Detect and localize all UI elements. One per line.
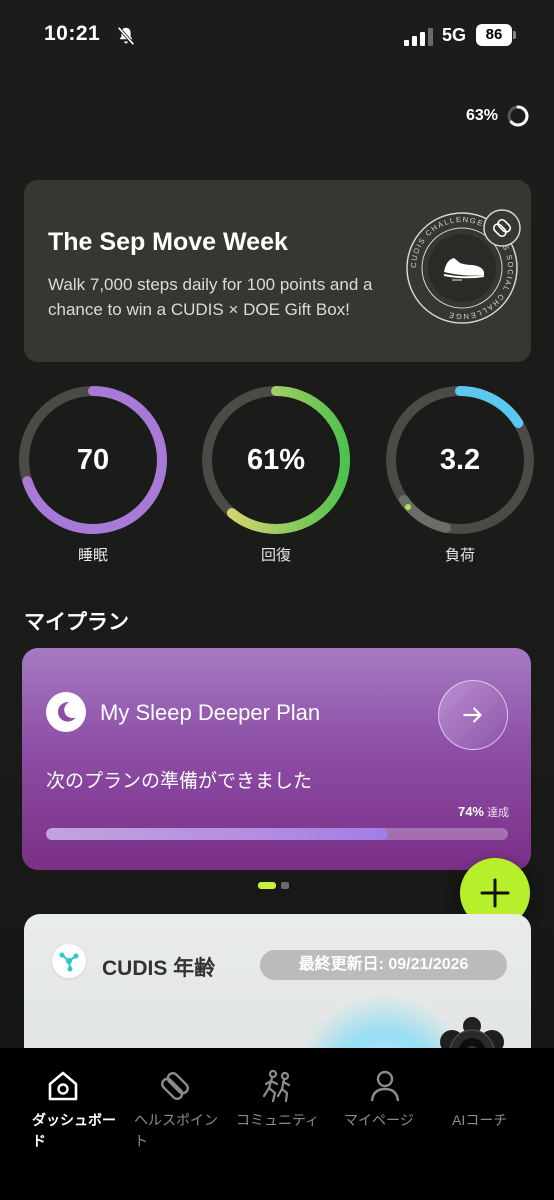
tab-health-points-label: ヘルスポイント [134,1112,218,1149]
person-icon [370,1070,400,1102]
tab-community[interactable]: コミュニティ [222,1066,332,1131]
health-points-icon [161,1072,189,1100]
plan-progress-bar [46,828,508,840]
tab-ai-coach[interactable]: AIコーチ [438,1066,548,1131]
tab-health-points[interactable]: ヘルスポイント [120,1066,230,1152]
challenge-title: The Sep Move Week [48,228,288,256]
moon-icon [46,692,86,732]
last-updated-badge: 最終更新日: 09/21/2026 [260,950,507,980]
open-plan-button[interactable] [438,680,508,750]
sleep-score-value: 70 [76,443,110,476]
cudis-age-title: CUDIS 年齢 [102,957,216,980]
battery-icon: 86 [476,24,518,46]
battery-level: 86 [476,24,512,46]
bell-off-icon [117,26,135,46]
sync-progress-label: 63% [465,107,498,124]
status-time: 10:21 [44,22,101,45]
sleep-score-ring[interactable]: 70 [17,384,169,536]
plan-title: My Sleep Deeper Plan [100,700,321,725]
load-ring[interactable]: 3.2 [384,384,536,536]
tab-dashboard[interactable]: ダッシュボード [8,1066,118,1152]
plan-status: 次のプランの準備ができました [46,771,313,792]
network-type: 5G [442,25,467,45]
challenge-badge: CUDIS CHALLENGE CUDIS SOCIAL CHALLENGE [406,209,521,324]
plan-percent: 74% 達成 [457,804,509,819]
molecule-icon [52,944,86,978]
recovery-ring[interactable]: 61% [200,384,352,536]
signal-icon [404,28,433,46]
tab-my-page[interactable]: マイページ [330,1066,440,1131]
tab-ai-coach-label: AIコーチ [452,1112,508,1128]
tab-my-page-label: マイページ [344,1112,414,1128]
carousel-dots[interactable] [258,882,289,889]
carousel-dot-active[interactable] [258,882,276,889]
status-bar: 10:21 5G 86 [0,0,554,72]
challenge-card[interactable]: The Sep Move Week Walk 7,000 steps daily… [24,180,531,362]
sleep-label: 睡眠 [77,547,108,564]
plan-progress-fill [46,828,388,840]
tab-bar: ダッシュボード ヘルスポイント コミュニティ マイページ AIコーチ [0,1048,554,1200]
sleep-plan-card[interactable]: My Sleep Deeper Plan 次のプランの準備ができました 74% 達… [22,648,531,870]
recovery-label: 回復 [260,547,291,564]
arrow-right-icon [463,707,482,723]
home-icon [48,1071,78,1101]
sync-progress[interactable]: 63% [466,104,530,128]
my-plan-heading: マイプラン [24,611,129,634]
challenge-description: Walk 7,000 steps daily for 100 points an… [48,275,373,319]
load-label: 負荷 [444,547,475,564]
tab-dashboard-label: ダッシュボード [32,1112,116,1149]
load-value: 3.2 [439,443,481,476]
ai-coach-icon [473,1066,513,1106]
recovery-value: 61% [246,443,306,476]
carousel-dot[interactable] [281,882,289,889]
community-icon [262,1069,291,1103]
progress-ring-icon [507,105,529,127]
plus-icon [480,878,510,908]
tab-community-label: コミュニティ [236,1112,320,1128]
